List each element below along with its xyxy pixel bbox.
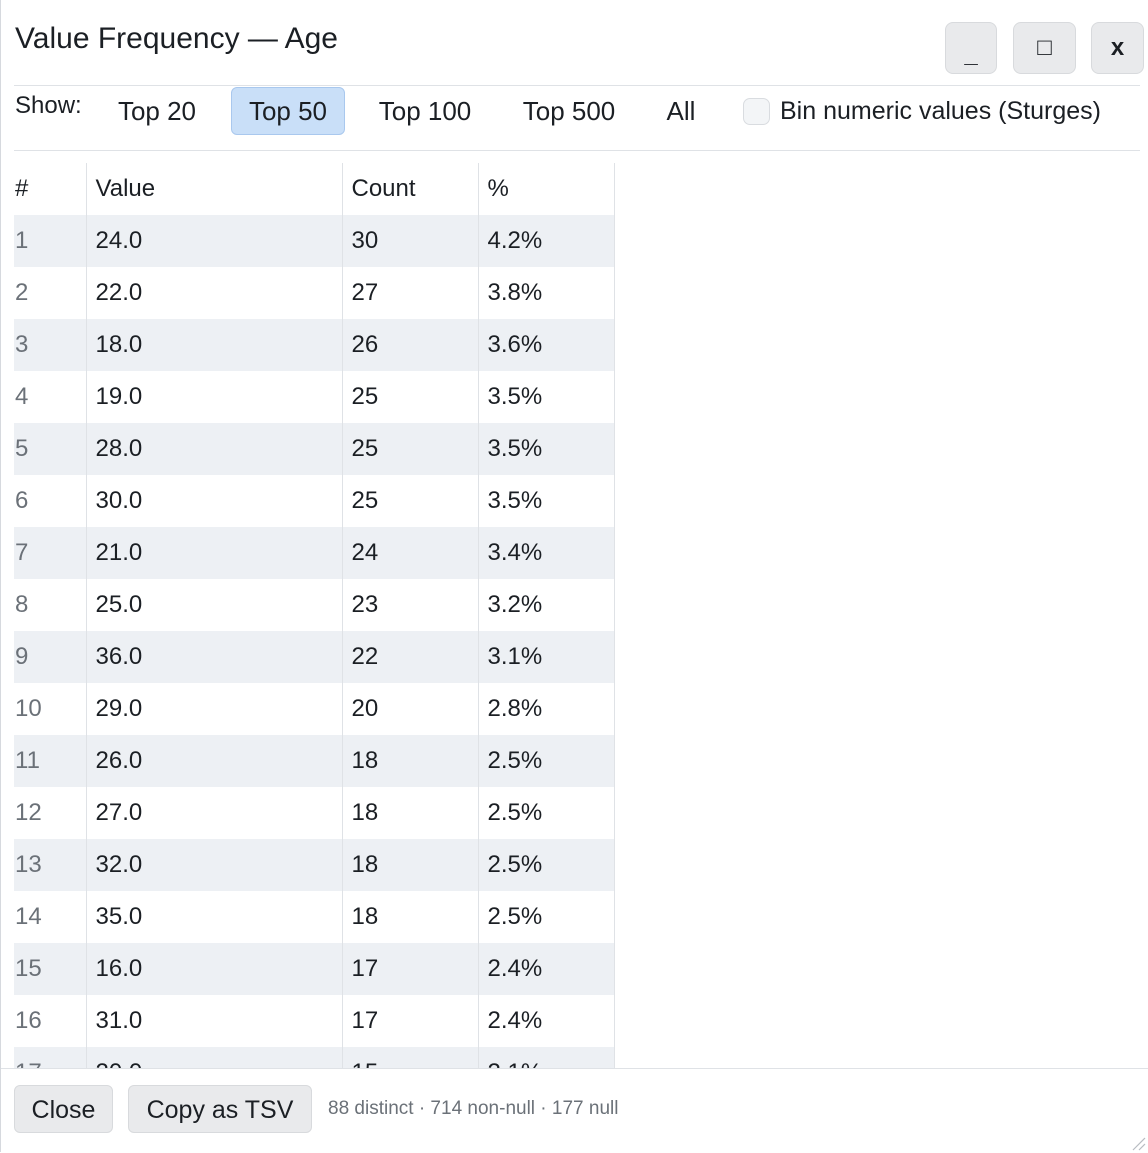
- row-value: 26.0: [86, 735, 343, 787]
- row-index: 4: [14, 371, 87, 423]
- row-value: 18.0: [86, 319, 343, 371]
- row-percent: 2.5%: [478, 839, 615, 891]
- row-count: 26: [342, 319, 479, 371]
- row-value: 24.0: [86, 215, 343, 267]
- row-index: 16: [14, 995, 87, 1047]
- row-count: 17: [342, 943, 479, 995]
- row-value: 25.0: [86, 579, 343, 631]
- table-viewport[interactable]: # Value Count % 1 24.0 30 4.2% 2 22.0 27 3.8% 3 1…: [1, 0, 1148, 1068]
- row-count: 30: [342, 215, 479, 267]
- row-percent: 2.5%: [478, 891, 615, 943]
- row-percent: 4.2%: [478, 215, 615, 267]
- row-value: 21.0: [86, 527, 343, 579]
- row-count: 15: [342, 1047, 479, 1068]
- row-percent: 3.8%: [478, 267, 615, 319]
- row-count: 22: [342, 631, 479, 683]
- row-percent: 3.4%: [478, 527, 615, 579]
- row-index: 9: [14, 631, 87, 683]
- row-percent: 2.1%: [478, 1047, 615, 1068]
- table-row[interactable]: 1 24.0 30 4.2%: [14, 215, 615, 267]
- table-row[interactable]: 8 25.0 23 3.2%: [14, 579, 615, 631]
- row-value: 20.0: [86, 1047, 343, 1068]
- table-row[interactable]: 1720.0152.1%: [14, 1047, 615, 1068]
- table-row[interactable]: 4 19.0 25 3.5%: [14, 371, 615, 423]
- row-index: 7: [14, 527, 87, 579]
- row-percent: 2.4%: [478, 995, 615, 1047]
- row-index: 14: [14, 891, 87, 943]
- table-row[interactable]: 5 28.0 25 3.5%: [14, 423, 615, 475]
- row-index: 10: [14, 683, 87, 735]
- row-value: 31.0: [86, 995, 343, 1047]
- row-percent: 2.5%: [478, 787, 615, 839]
- row-index: 6: [14, 475, 87, 527]
- row-count: 17: [342, 995, 479, 1047]
- row-value: 32.0: [86, 839, 343, 891]
- row-index: 12: [14, 787, 87, 839]
- row-percent: 3.6%: [478, 319, 615, 371]
- row-value: 28.0: [86, 423, 343, 475]
- row-index: 3: [14, 319, 87, 371]
- table-body: 1 24.0 30 4.2% 2 22.0 27 3.8% 3 18.0 26 3.6% 4 19.0 25…: [14, 215, 615, 1068]
- row-value: 35.0: [86, 891, 343, 943]
- table-row[interactable]: 13 32.0 18 2.5%: [14, 839, 615, 891]
- resize-grip-icon[interactable]: [1130, 1135, 1146, 1151]
- row-index: 13: [14, 839, 87, 891]
- value-frequency-dialog: Value Frequency — Age _ □ x Show: Top 20…: [0, 0, 1148, 1152]
- table-row[interactable]: 3 18.0 26 3.6%: [14, 319, 615, 371]
- column-header-count[interactable]: Count: [342, 163, 479, 215]
- column-header-value[interactable]: Value: [86, 163, 343, 215]
- row-value: 27.0: [86, 787, 343, 839]
- table-row[interactable]: 11 26.0 18 2.5%: [14, 735, 615, 787]
- table-row[interactable]: 9 36.0 22 3.1%: [14, 631, 615, 683]
- row-percent: 2.4%: [478, 943, 615, 995]
- summary-stats: 88 distinct · 714 non-null · 177 null: [328, 1098, 619, 1119]
- table-header-row: # Value Count %: [14, 163, 615, 215]
- table-row[interactable]: 6 30.0 25 3.5%: [14, 475, 615, 527]
- row-value: 29.0: [86, 683, 343, 735]
- table-row[interactable]: 12 27.0 18 2.5%: [14, 787, 615, 839]
- row-value: 30.0: [86, 475, 343, 527]
- row-percent: 2.5%: [478, 735, 615, 787]
- table-row[interactable]: 7 21.0 24 3.4%: [14, 527, 615, 579]
- row-percent: 2.8%: [478, 683, 615, 735]
- table-row[interactable]: 15 16.0 17 2.4%: [14, 943, 615, 995]
- table-row[interactable]: 14 35.0 18 2.5%: [14, 891, 615, 943]
- row-value: 22.0: [86, 267, 343, 319]
- row-percent: 3.2%: [478, 579, 615, 631]
- close-button[interactable]: Close: [14, 1085, 113, 1133]
- row-percent: 3.1%: [478, 631, 615, 683]
- row-index: 11: [14, 735, 87, 787]
- row-count: 23: [342, 579, 479, 631]
- row-count: 27: [342, 267, 479, 319]
- row-index: 17: [14, 1047, 87, 1068]
- row-percent: 3.5%: [478, 475, 615, 527]
- copy-tsv-button[interactable]: Copy as TSV: [128, 1085, 312, 1133]
- row-count: 18: [342, 891, 479, 943]
- row-count: 24: [342, 527, 479, 579]
- column-header-index[interactable]: #: [14, 163, 87, 215]
- row-index: 8: [14, 579, 87, 631]
- row-value: 36.0: [86, 631, 343, 683]
- row-percent: 3.5%: [478, 423, 615, 475]
- row-count: 18: [342, 839, 479, 891]
- row-count: 25: [342, 371, 479, 423]
- row-index: 15: [14, 943, 87, 995]
- row-count: 25: [342, 423, 479, 475]
- row-percent: 3.5%: [478, 371, 615, 423]
- row-index: 5: [14, 423, 87, 475]
- row-count: 18: [342, 787, 479, 839]
- table-row[interactable]: 16 31.0 17 2.4%: [14, 995, 615, 1047]
- frequency-table: # Value Count % 1 24.0 30 4.2% 2 22.0 27 3.8% 3 1…: [14, 163, 615, 1068]
- table-row[interactable]: 2 22.0 27 3.8%: [14, 267, 615, 319]
- dialog-footer: Close Copy as TSV 88 distinct · 714 non-…: [1, 1068, 1148, 1153]
- column-header-percent[interactable]: %: [478, 163, 615, 215]
- row-index: 2: [14, 267, 87, 319]
- row-count: 18: [342, 735, 479, 787]
- row-value: 16.0: [86, 943, 343, 995]
- table-row[interactable]: 10 29.0 20 2.8%: [14, 683, 615, 735]
- row-value: 19.0: [86, 371, 343, 423]
- row-count: 20: [342, 683, 479, 735]
- row-count: 25: [342, 475, 479, 527]
- row-index: 1: [14, 215, 87, 267]
